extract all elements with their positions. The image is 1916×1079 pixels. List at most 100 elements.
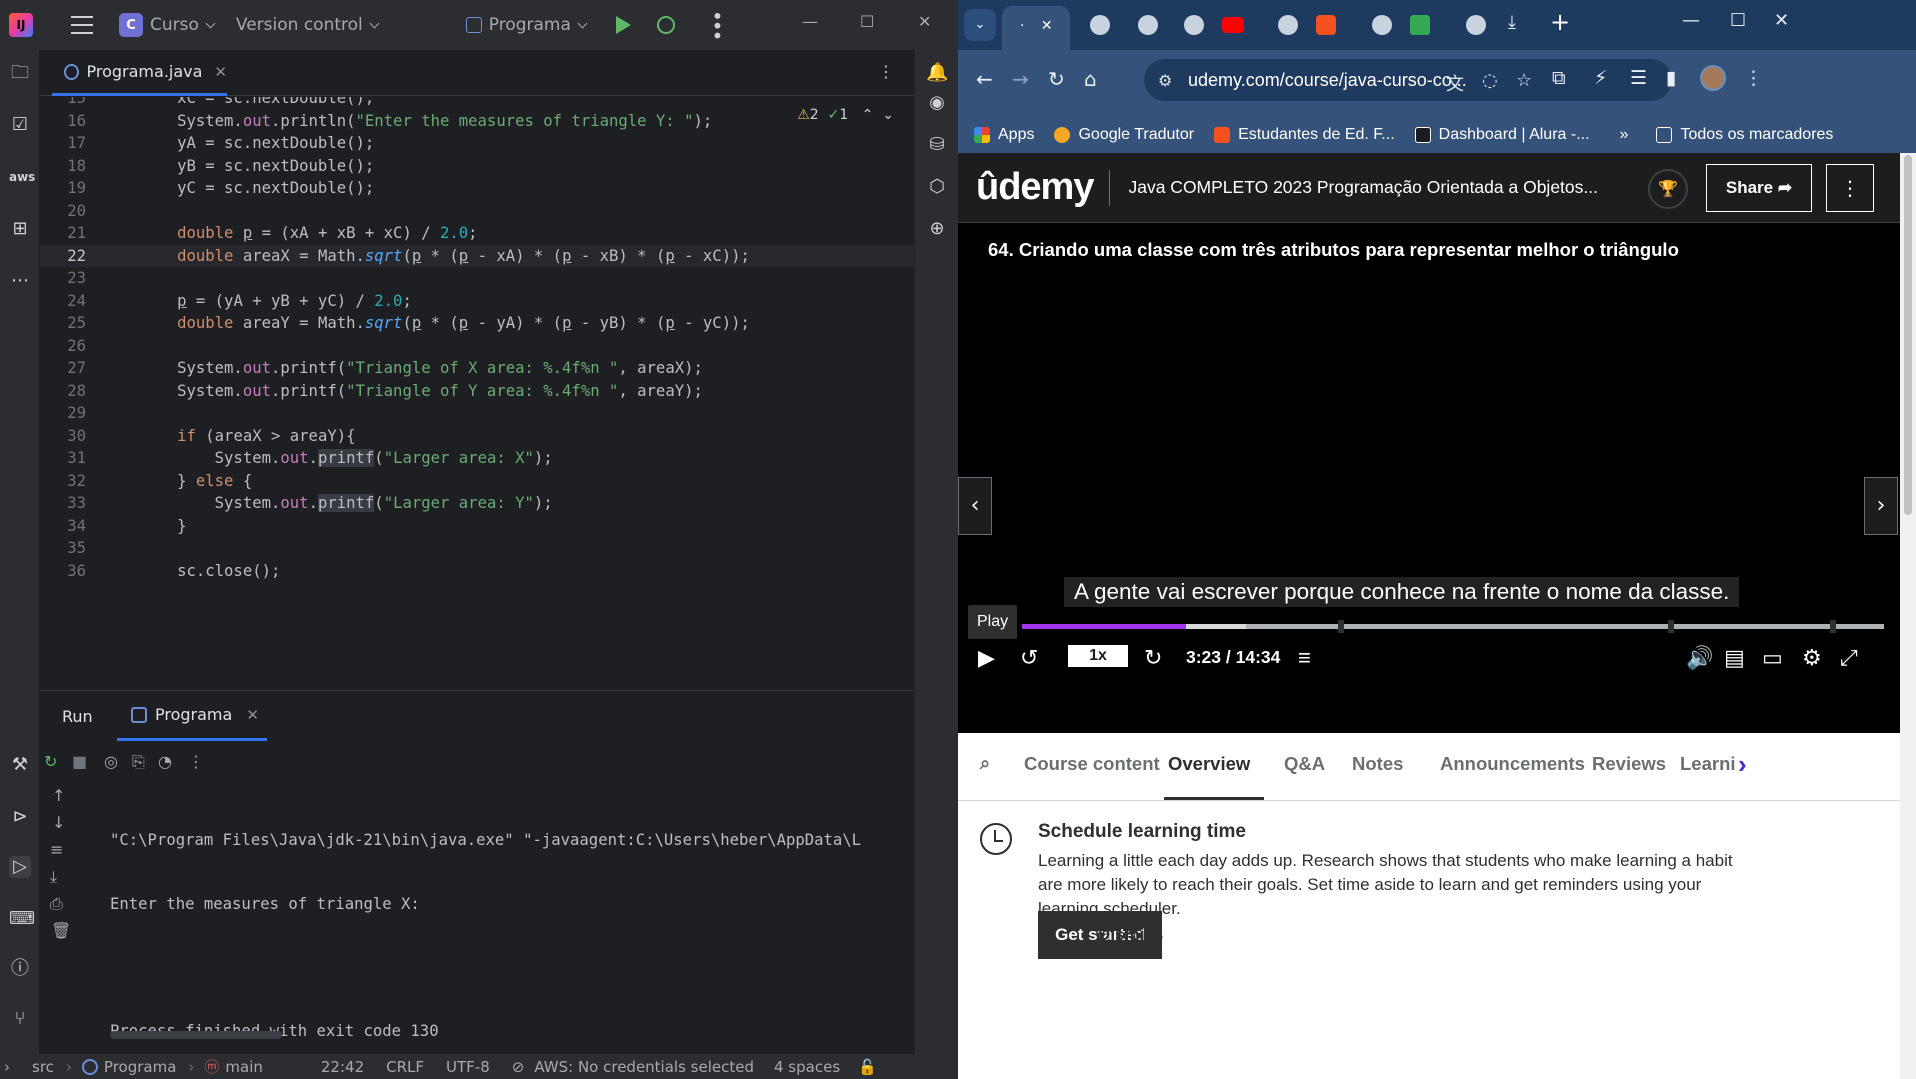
more-bookmarks-icon[interactable]: » (1620, 126, 1629, 144)
line-number[interactable]: 25 (40, 312, 86, 335)
minimize-icon[interactable]: — (1682, 10, 1700, 31)
add-note-icon[interactable]: ≡ (1298, 645, 1311, 671)
terminal-icon[interactable]: ⌨ (9, 908, 35, 930)
cursor-position[interactable]: 22:42 (321, 1058, 364, 1076)
trash-icon[interactable]: 🗑 (51, 921, 71, 940)
code-line[interactable]: 28 System.out.printf("Triangle of Y area… (40, 380, 914, 403)
line-number[interactable]: 35 (40, 537, 86, 560)
line-number[interactable]: 23 (40, 267, 86, 290)
project-name[interactable]: Curso (150, 15, 199, 35)
settings-gear-icon[interactable]: ⚙ (1802, 645, 1822, 671)
tab-favicon-icon[interactable] (1316, 15, 1336, 35)
code-line[interactable]: 20 (40, 200, 914, 223)
line-number[interactable]: 21 (40, 222, 86, 245)
ai-assistant-icon[interactable]: ◉ (926, 92, 948, 114)
more-actions-icon[interactable]: ⋮ (188, 752, 204, 771)
code-line[interactable]: 24 p = (yA + yB + yC) / 2.0; (40, 290, 914, 313)
bookmark-star-icon[interactable]: ☆ (1516, 70, 1532, 91)
line-number[interactable]: 18 (40, 155, 86, 178)
maximize-icon[interactable]: ☐ (860, 12, 874, 31)
run-configuration-selector[interactable]: Programa (465, 15, 588, 35)
arrow-down-icon[interactable]: ↓ (52, 813, 65, 832)
chevron-up-icon[interactable]: ⌃ (862, 107, 874, 123)
scrollbar-thumb[interactable] (1904, 155, 1912, 515)
translate-icon[interactable]: 文 (1446, 70, 1464, 96)
all-bookmarks[interactable]: Todos os marcadores (1656, 126, 1833, 144)
search-icon[interactable]: ⌕ (980, 753, 990, 774)
stop-icon[interactable]: ■ (72, 752, 87, 771)
tab-favicon-icon[interactable] (1372, 15, 1392, 35)
soft-wrap-icon[interactable]: ≡ (50, 840, 63, 859)
restore-layout-icon[interactable]: ⎘ (132, 752, 145, 772)
line-separator[interactable]: CRLF (386, 1058, 424, 1076)
code-line[interactable]: 34 } (40, 515, 914, 538)
run-tool-icon[interactable]: ▷ (9, 856, 31, 878)
page-scrollbar[interactable] (1900, 153, 1916, 1079)
side-panel-icon[interactable]: ▮ (1666, 67, 1676, 89)
line-number[interactable]: 36 (40, 560, 86, 583)
close-icon[interactable]: ✕ (918, 12, 931, 31)
line-number[interactable]: 16 (40, 110, 86, 133)
line-number[interactable]: 27 (40, 357, 86, 380)
notifications-icon[interactable]: 🔔 (926, 62, 948, 84)
tab-announcements[interactable]: Announcements (1440, 753, 1585, 775)
performance-icon[interactable]: ⚡ (1594, 67, 1607, 89)
arrow-up-icon[interactable]: ↑ (52, 786, 65, 805)
code-line[interactable]: 15 xC = sc.nextDouble(); (40, 97, 914, 110)
tab-overview[interactable]: Overview (1168, 753, 1250, 775)
code-line[interactable]: 26 (40, 335, 914, 358)
version-control-menu[interactable]: Version control (236, 15, 363, 35)
line-number[interactable]: 28 (40, 380, 86, 403)
back-icon[interactable]: ← (976, 67, 993, 91)
forward-5-icon[interactable]: ↻ (1144, 645, 1162, 671)
more-tools-icon[interactable]: ⋯ (9, 270, 31, 292)
youtube-icon[interactable] (1222, 17, 1244, 33)
hamburger-menu-icon[interactable] (71, 16, 93, 34)
close-tab-icon[interactable]: ✕ (214, 63, 227, 81)
line-number[interactable]: 32 (40, 470, 86, 493)
line-number[interactable]: 22 (40, 245, 86, 268)
bookmark-alura[interactable]: Dashboard | Alura -... (1414, 126, 1590, 144)
maximize-icon[interactable]: ☐ (1730, 10, 1746, 31)
code-line[interactable]: 29 (40, 402, 914, 425)
home-icon[interactable]: ⌂ (1084, 67, 1097, 91)
services-icon[interactable]: ⊳ (9, 806, 31, 828)
code-editor[interactable]: 15 xC = sc.nextDouble(); 16 System.out.pr… (40, 97, 914, 689)
scroll-to-end-icon[interactable]: ⤓ (50, 867, 57, 887)
eye-off-icon[interactable]: ◌ (1482, 70, 1498, 91)
code-line[interactable]: 18 yB = sc.nextDouble(); (40, 155, 914, 178)
course-title[interactable]: Java COMPLETO 2023 Programação Orientada… (1128, 177, 1598, 198)
more-options-button[interactable]: ⋮ (1826, 164, 1874, 212)
line-number[interactable]: 19 (40, 177, 86, 200)
line-number[interactable]: 20 (40, 200, 86, 223)
breadcrumb-method[interactable]: main (225, 1058, 262, 1076)
line-number[interactable]: 15 (40, 97, 86, 110)
line-number[interactable]: 29 (40, 402, 86, 425)
commit-icon[interactable]: ☑ (9, 114, 31, 136)
no-inspection-icon[interactable]: ⊘ (512, 1058, 525, 1076)
tab-options-icon[interactable]: ⋮ (878, 62, 894, 81)
tab-search-icon[interactable]: ⌄ (964, 9, 996, 41)
profile-avatar[interactable] (1700, 65, 1726, 91)
captions-icon[interactable]: ▭ (1762, 645, 1783, 671)
video-player[interactable]: 64. Criando uma classe com três atributo… (958, 223, 1900, 733)
code-line[interactable]: 30 if (areaX > areaY){ (40, 425, 914, 448)
code-line[interactable]: 21 double p = (xA + xB + xC) / 2.0; (40, 222, 914, 245)
next-lecture-icon[interactable]: › (1864, 477, 1898, 535)
trophy-progress-icon[interactable]: 🏆 (1648, 169, 1688, 209)
code-line[interactable]: 27 System.out.printf("Triangle of X area… (40, 357, 914, 380)
reload-icon[interactable]: ↻ (1048, 67, 1065, 91)
line-number[interactable]: 34 (40, 515, 86, 538)
aws-status[interactable]: AWS: No credentials selected (534, 1058, 754, 1076)
console-hscrollbar[interactable] (110, 1031, 282, 1039)
address-bar[interactable]: ⚙ udemy.com/course/java-curso-co... 文 ◌ … (1144, 59, 1672, 101)
chevron-down-icon[interactable]: ⌄ (882, 107, 894, 123)
code-line[interactable]: 33 System.out.printf("Larger area: Y"); (40, 492, 914, 515)
chrome-menu-icon[interactable]: ⋮ (1744, 67, 1763, 89)
line-number[interactable]: 24 (40, 290, 86, 313)
inspection-widget[interactable]: ⚠2 ✓1 ⌃ ⌄ (797, 107, 894, 123)
database-icon[interactable]: ⛁ (926, 134, 948, 156)
google-drive-icon[interactable] (1410, 15, 1430, 35)
run-icon[interactable] (615, 16, 631, 34)
fullscreen-icon[interactable]: ⤢ (1840, 645, 1858, 671)
